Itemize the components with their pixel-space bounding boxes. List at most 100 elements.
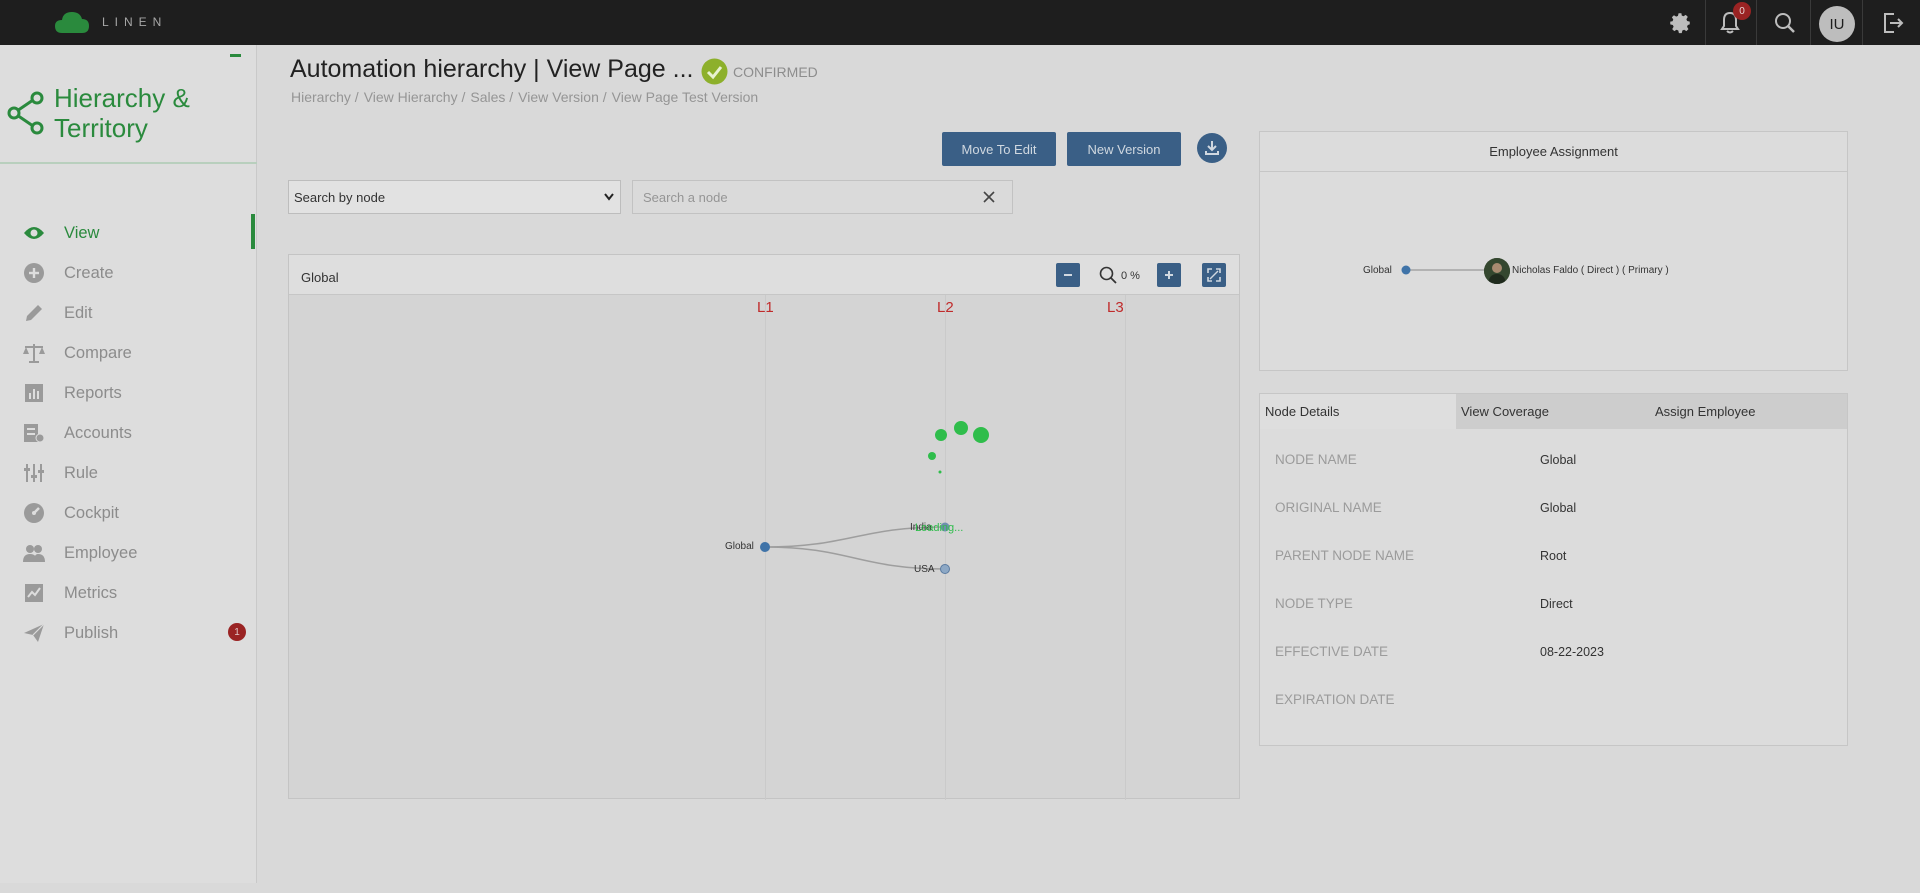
sidebar-item-view[interactable]: View — [0, 215, 257, 251]
search-placeholder: Search a node — [643, 189, 728, 205]
download-icon — [1205, 141, 1219, 155]
move-to-edit-button[interactable]: Move To Edit — [942, 132, 1056, 166]
download-button[interactable] — [1197, 133, 1227, 163]
zoom-out-button[interactable] — [1056, 263, 1080, 287]
breadcrumb-item[interactable]: Sales / — [470, 89, 513, 105]
minus-icon — [1064, 274, 1072, 276]
sidebar-item-label: Reports — [64, 383, 122, 402]
sidebar-item-label: Edit — [64, 303, 93, 322]
breadcrumb-item[interactable]: Hierarchy / — [291, 89, 359, 105]
line-chart-icon — [22, 581, 46, 605]
search-icon[interactable] — [1765, 0, 1805, 45]
pencil-icon — [22, 301, 46, 325]
tab-view-coverage[interactable]: View Coverage — [1456, 394, 1652, 429]
zoom-magnifier-icon — [1099, 266, 1117, 284]
sidebar-item-reports[interactable]: Reports — [0, 375, 257, 411]
loading-spinner — [928, 421, 989, 474]
scale-icon — [22, 341, 46, 365]
detail-value: Root — [1540, 549, 1567, 563]
node-search-input[interactable]: Search a node — [632, 180, 1013, 214]
plus-circle-icon — [22, 261, 46, 285]
detail-key: NODE TYPE — [1275, 596, 1353, 611]
breadcrumb: Hierarchy / View Hierarchy / Sales / Vie… — [291, 89, 763, 105]
top-bar: LINEN 0 IU — [0, 0, 1920, 45]
users-icon — [22, 541, 46, 565]
tree-header: Global 0 % — [289, 255, 1239, 295]
search-by-select[interactable]: Search by node — [288, 180, 621, 214]
sidebar-item-label: Cockpit — [64, 503, 120, 522]
clear-search-icon[interactable] — [982, 190, 996, 204]
status-badge: CONFIRMED — [733, 64, 818, 80]
sidebar-item-publish[interactable]: Publish — [0, 615, 257, 651]
sliders-icon — [22, 461, 46, 485]
tree-node-label: Global — [725, 541, 754, 552]
sidebar-item-label: Accounts — [64, 423, 132, 442]
tab-assign-employee[interactable]: Assign Employee — [1652, 394, 1847, 429]
logout-icon[interactable] — [1875, 0, 1911, 45]
tab-node-details[interactable]: Node Details — [1260, 394, 1456, 429]
fullscreen-button[interactable] — [1202, 263, 1226, 287]
detail-value: Global — [1540, 501, 1577, 515]
active-indicator — [251, 214, 255, 249]
tree-node-label: USA — [914, 564, 935, 575]
search-by-value: Search by node — [294, 189, 386, 205]
sidebar-item-label: Create — [64, 263, 114, 282]
detail-value: 08-22-2023 — [1540, 645, 1604, 659]
sidebar-item-rule[interactable]: Rule — [0, 455, 257, 491]
employee-photo[interactable] — [1484, 258, 1510, 284]
detail-key: NODE NAME — [1275, 452, 1357, 467]
breadcrumb-item[interactable]: View Hierarchy / — [364, 89, 466, 105]
sidebar-item-edit[interactable]: Edit — [0, 295, 257, 331]
detail-key: ORIGINAL NAME — [1275, 500, 1382, 515]
tree-node-usa[interactable] — [940, 564, 950, 574]
settings-gear-icon[interactable] — [1660, 0, 1700, 45]
sidebar: Hierarchy & Territory View Create Edit Comp… — [0, 45, 257, 883]
node-details-panel: Node Details View Coverage Assign Employ… — [1259, 393, 1848, 746]
zoom-level: 0 % — [1121, 270, 1140, 282]
breadcrumb-item[interactable]: View Version / — [518, 89, 606, 105]
sidebar-item-cockpit[interactable]: Cockpit — [0, 495, 257, 531]
breadcrumb-current: View Page Test Version — [611, 89, 759, 105]
page-title: Automation hierarchy | View Page ... — [290, 55, 694, 83]
cloud-logo-icon — [55, 12, 89, 33]
publish-count-badge: 1 — [228, 623, 246, 641]
detail-value: Global — [1540, 453, 1577, 467]
expand-icon — [1207, 268, 1221, 282]
detail-key: PARENT NODE NAME — [1275, 548, 1415, 563]
hierarchy-share-icon — [7, 91, 44, 135]
detail-key: EFFECTIVE DATE — [1275, 644, 1389, 659]
tree-title: Global — [301, 270, 339, 285]
user-avatar[interactable]: IU — [1819, 6, 1855, 42]
sidebar-item-compare[interactable]: Compare — [0, 335, 257, 371]
sidebar-item-label: View — [64, 223, 100, 242]
sidebar-item-label: Compare — [64, 343, 132, 362]
eye-icon — [22, 221, 46, 245]
accounts-icon — [22, 421, 46, 445]
sidebar-item-create[interactable]: Create — [0, 255, 257, 291]
check-circle-icon — [701, 58, 728, 85]
employee-assignment-title: Employee Assignment — [1260, 132, 1847, 172]
plus-icon — [1165, 271, 1173, 279]
sidebar-item-accounts[interactable]: Accounts — [0, 415, 257, 451]
sidebar-item-metrics[interactable]: Metrics — [0, 575, 257, 611]
sidebar-divider — [0, 162, 257, 164]
zoom-in-button[interactable] — [1157, 263, 1181, 287]
notification-count-badge: 0 — [1733, 2, 1751, 20]
module-title: Hierarchy & Territory — [54, 83, 190, 143]
app-wordmark: LINEN — [102, 15, 168, 29]
sidebar-item-employee[interactable]: Employee — [0, 535, 257, 571]
employee-avatar-icon — [1484, 258, 1510, 284]
app-logo[interactable]: LINEN — [54, 9, 167, 35]
bar-chart-icon — [22, 381, 46, 405]
sidebar-item-label: Metrics — [64, 583, 118, 602]
tree-node-global[interactable] — [760, 542, 770, 552]
tree-canvas[interactable] — [289, 295, 1239, 800]
paper-plane-icon — [22, 621, 46, 645]
employee-name-label[interactable]: Nicholas Faldo ( Direct ) ( Primary ) — [1512, 265, 1669, 276]
sidebar-collapse-handle[interactable] — [230, 54, 241, 57]
sidebar-item-label: Employee — [64, 543, 138, 562]
assignment-node-label: Global — [1363, 265, 1392, 276]
detail-value: Direct — [1540, 597, 1573, 611]
new-version-button[interactable]: New Version — [1067, 132, 1181, 166]
sidebar-item-label: Rule — [64, 463, 98, 482]
